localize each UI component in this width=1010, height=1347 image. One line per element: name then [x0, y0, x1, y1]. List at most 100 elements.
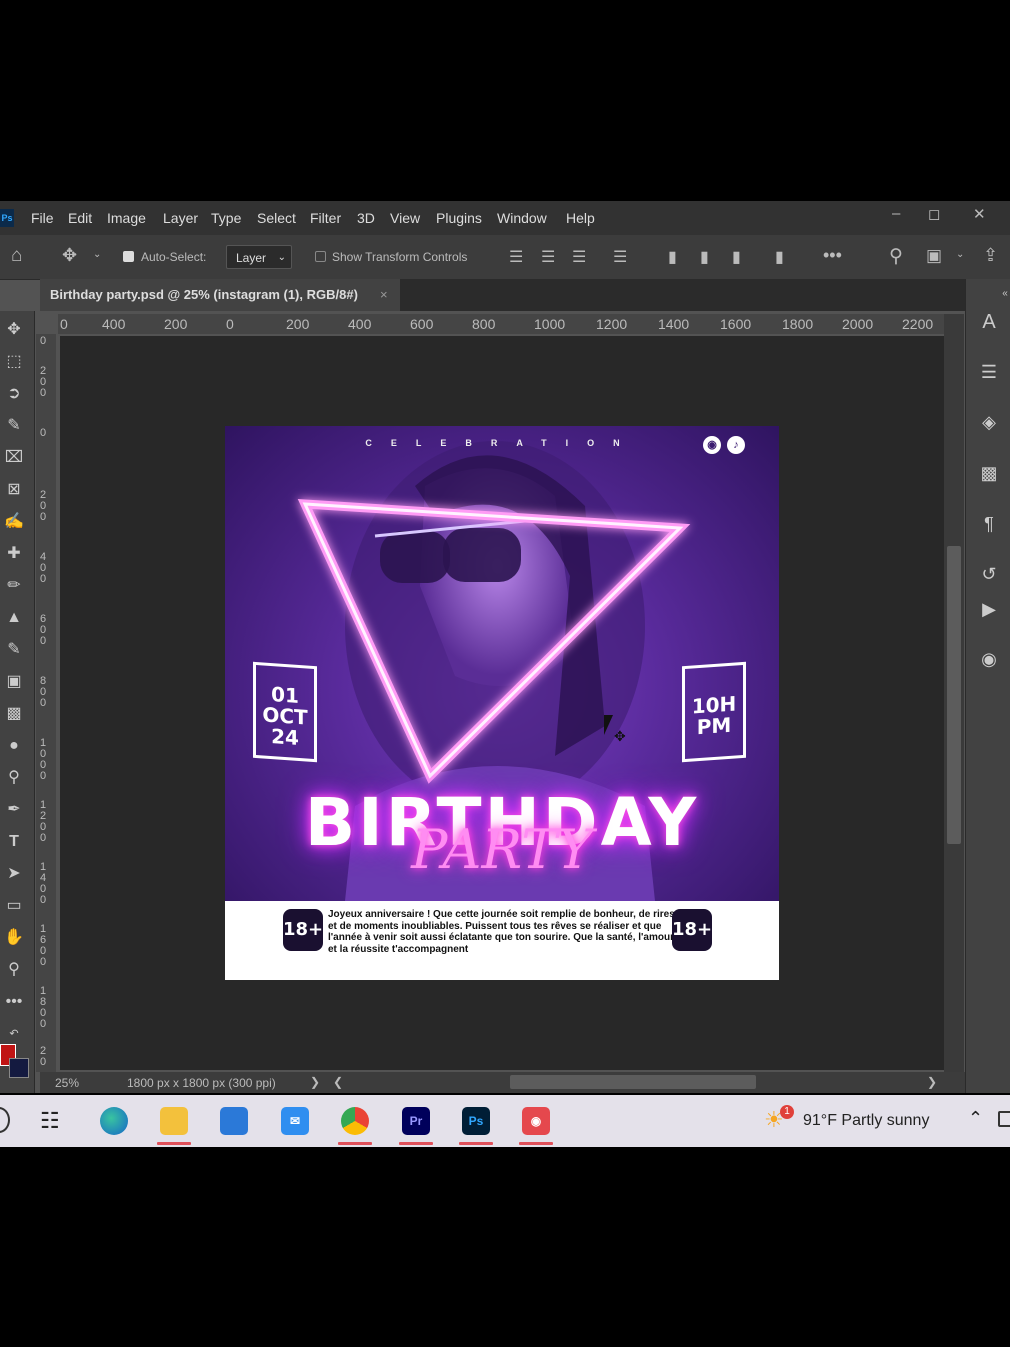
menu-image[interactable]: Image [107, 210, 146, 226]
align-center-icon[interactable]: ☰ [541, 247, 555, 267]
windows-taskbar: ☷ ✉ Pr Ps ◉ ☀ 1 91°F Partly sunny ⌃ [0, 1095, 1010, 1147]
menu-file[interactable]: File [31, 210, 54, 226]
brush-tool-icon[interactable]: ✏ [2, 573, 26, 599]
poster-artwork[interactable]: CELEBRATION ◉ ♪ 01 OCT 24 10H PM BIRTHDA… [225, 426, 779, 980]
paragraph-panel-icon[interactable]: ¶ [976, 511, 1002, 537]
chevron-down-icon[interactable]: ⌄ [93, 249, 101, 260]
gradient-tool-icon[interactable]: ▩ [2, 701, 26, 727]
align-bottom-icon[interactable]: ▮ [732, 247, 741, 267]
ruler-tick: 0 [226, 316, 234, 332]
actions-panel-icon[interactable]: ▶ [976, 596, 1002, 622]
vertical-scroll-thumb[interactable] [947, 546, 961, 844]
eyedropper-tool-icon[interactable]: ✍ [2, 509, 26, 535]
poster-photo-area: CELEBRATION ◉ ♪ 01 OCT 24 10H PM BIRTHDA… [225, 426, 779, 901]
chevron-right-icon[interactable]: ❯ [310, 1075, 320, 1089]
close-icon[interactable]: ✕ [973, 205, 986, 223]
move-tool-icon[interactable]: ✥ [2, 317, 26, 343]
scroll-right-icon[interactable]: ❯ [927, 1075, 937, 1089]
zoom-tool-icon[interactable]: ⚲ [2, 957, 26, 983]
task-view-icon[interactable]: ☷ [40, 1108, 60, 1134]
workspace-icon[interactable]: ▣ [926, 246, 942, 266]
mouse-cursor-icon [604, 715, 613, 735]
photoshop-icon[interactable]: Ps [462, 1107, 490, 1135]
chevron-down-icon[interactable]: ⌄ [956, 249, 964, 260]
scroll-left-icon[interactable]: ❮ [333, 1075, 343, 1089]
dodge-tool-icon[interactable]: ⚲ [2, 765, 26, 791]
marquee-tool-icon[interactable]: ⬚ [2, 349, 26, 375]
weather-text[interactable]: 91°F Partly sunny [803, 1112, 929, 1130]
file-explorer-icon[interactable] [160, 1107, 188, 1135]
mail-icon[interactable]: ✉ [281, 1107, 309, 1135]
channels-panel-icon[interactable]: ◉ [976, 646, 1002, 672]
menu-window[interactable]: Window [497, 210, 547, 226]
hand-tool-icon[interactable]: ✋ [2, 925, 26, 951]
panel-dock: « A ☰ ◈ ▩ ¶ ↺ ▶ ◉ [965, 279, 1010, 1093]
menu-layer[interactable]: Layer [163, 210, 198, 226]
history-panel-icon[interactable]: ↺ [976, 561, 1002, 587]
layers-panel-icon[interactable]: ◈ [976, 409, 1002, 435]
active-indicator [157, 1142, 191, 1145]
share-icon[interactable]: ⇪ [983, 245, 998, 266]
align-middle-icon[interactable]: ▮ [700, 247, 709, 267]
display-icon[interactable] [998, 1111, 1010, 1127]
menu-help[interactable]: Help [566, 210, 595, 226]
lasso-tool-icon[interactable]: ➲ [2, 381, 26, 407]
gradient-panel-icon[interactable]: ▩ [976, 460, 1002, 486]
zoom-level[interactable]: 25% [55, 1076, 79, 1090]
crop-tool-icon[interactable]: ⌧ [2, 445, 26, 471]
clone-stamp-tool-icon[interactable]: ▲ [2, 605, 26, 631]
adjustments-panel-icon[interactable]: ☰ [976, 359, 1002, 385]
auto-select-label: Auto-Select: [141, 250, 207, 264]
menu-view[interactable]: View [390, 210, 420, 226]
type-tool-icon[interactable]: T [2, 829, 26, 855]
document-tab[interactable]: Birthday party.psd @ 25% (instagram (1),… [40, 279, 400, 311]
home-icon[interactable]: ⌂ [11, 245, 22, 267]
menu-plugins[interactable]: Plugins [436, 210, 482, 226]
search-icon[interactable] [0, 1107, 10, 1133]
history-brush-tool-icon[interactable]: ✎ [2, 637, 26, 663]
frame-tool-icon[interactable]: ⊠ [2, 477, 26, 503]
menu-filter[interactable]: Filter [310, 210, 341, 226]
vertical-scrollbar[interactable] [944, 314, 964, 1072]
minimize-icon[interactable]: – [892, 205, 900, 222]
maximize-icon[interactable]: ◻ [928, 205, 940, 223]
collapse-panels-icon[interactable]: « [992, 281, 1010, 307]
blur-tool-icon[interactable]: ● [2, 733, 26, 759]
align-left-icon[interactable]: ☰ [509, 247, 523, 267]
document-info[interactable]: 1800 px x 1800 px (300 ppi) [127, 1076, 276, 1090]
eraser-tool-icon[interactable]: ▣ [2, 669, 26, 695]
more-tools-icon[interactable]: ••• [2, 989, 26, 1015]
horizontal-scroll-thumb[interactable] [510, 1075, 756, 1089]
menu-edit[interactable]: Edit [68, 210, 92, 226]
close-tab-icon[interactable]: × [380, 279, 388, 311]
auto-select-checkbox[interactable] [123, 251, 134, 262]
search-icon[interactable]: ⚲ [889, 245, 903, 268]
menu-select[interactable]: Select [257, 210, 296, 226]
background-color-swatch[interactable] [9, 1058, 29, 1078]
menu-3d[interactable]: 3D [357, 210, 375, 226]
ruler-tick: 2200 [902, 316, 934, 332]
distribute-icon[interactable]: ☰ [613, 247, 627, 267]
chevron-up-icon[interactable]: ⌃ [968, 1108, 983, 1129]
path-select-tool-icon[interactable]: ➤ [2, 861, 26, 887]
edge-icon[interactable] [100, 1107, 128, 1135]
align-right-icon[interactable]: ☰ [572, 247, 586, 267]
move-tool-icon[interactable]: ✥ [62, 245, 77, 266]
premiere-icon[interactable]: Pr [402, 1107, 430, 1135]
store-icon[interactable] [220, 1107, 248, 1135]
distribute-vertical-icon[interactable]: ▮ [775, 247, 784, 267]
screen-recorder-icon[interactable]: ◉ [522, 1107, 550, 1135]
chrome-icon[interactable] [341, 1107, 369, 1135]
align-top-icon[interactable]: ▮ [668, 247, 677, 267]
character-panel-icon[interactable]: A [976, 309, 1002, 335]
healing-brush-tool-icon[interactable]: ✚ [2, 541, 26, 567]
show-transform-checkbox[interactable] [315, 251, 326, 262]
pen-tool-icon[interactable]: ✒ [2, 797, 26, 823]
menu-type[interactable]: Type [211, 210, 241, 226]
rectangle-tool-icon[interactable]: ▭ [2, 893, 26, 919]
more-options-icon[interactable]: ••• [823, 245, 842, 266]
active-indicator [338, 1142, 372, 1145]
auto-select-target-dropdown[interactable]: Layer ⌄ [226, 245, 292, 269]
quick-select-tool-icon[interactable]: ✎ [2, 413, 26, 439]
options-bar: ⌂ ✥ ⌄ Auto-Select: Layer ⌄ Show Transfor… [0, 235, 1010, 280]
